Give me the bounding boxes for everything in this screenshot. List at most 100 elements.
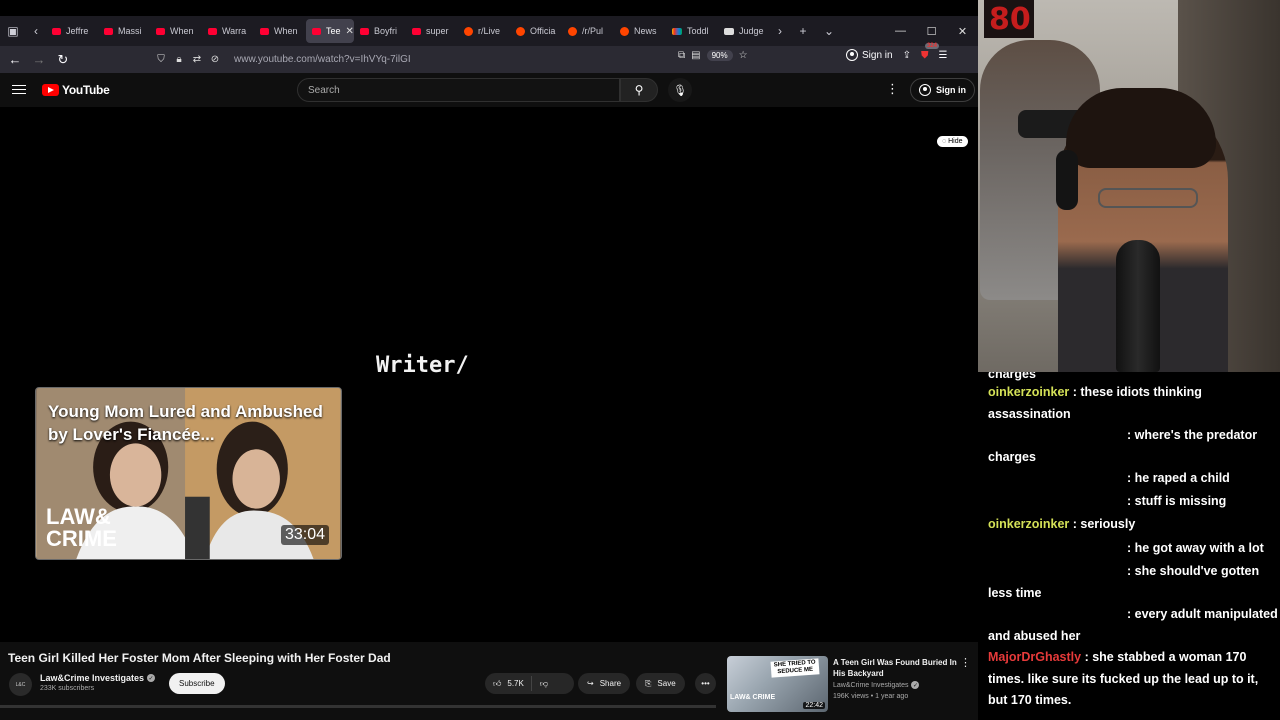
- tab-scroll-right-icon[interactable]: ›: [770, 16, 790, 46]
- save-button[interactable]: ⎘ Save: [636, 673, 685, 694]
- url-text[interactable]: www.youtube.com/watch?v=IhVYq-7ilGI: [234, 54, 411, 65]
- forward-icon[interactable]: →: [27, 48, 51, 72]
- headset: [1056, 150, 1078, 210]
- tab-bar: ▣ ‹ Jeffre Massi When Warra When Tee ✕ Boyfri su…: [0, 16, 978, 46]
- back-icon[interactable]: ←: [3, 48, 27, 72]
- chat-panel: charges oinkerzoinker : these idiots thin…: [978, 372, 1280, 720]
- tab-label: /r/Pul: [582, 26, 604, 36]
- maximize-icon[interactable]: ☐: [916, 25, 947, 38]
- law-crime-logo: LAW& CRIME: [46, 504, 117, 551]
- chat-username[interactable]: MajorDrGhastly: [988, 650, 1081, 664]
- app-menu-icon[interactable]: ☰: [938, 50, 947, 61]
- browser-tab[interactable]: News: [614, 19, 666, 43]
- youtube-header: YouTube Search ⚲ 🎙︎ ⋮ Sign in: [0, 73, 978, 107]
- tab-overview-icon[interactable]: ▣: [0, 16, 26, 46]
- url-actions: ⧉ ▤ 90% ☆: [678, 50, 748, 61]
- minimize-icon[interactable]: —: [885, 25, 916, 37]
- chat-username[interactable]: oinkerzoinker: [988, 517, 1069, 531]
- chat-message: oinkerzoinker : these idiots thinking as…: [988, 385, 1202, 421]
- recommended-title[interactable]: A Teen Girl Was Found Buried In His Back…: [833, 657, 959, 679]
- channel-name[interactable]: Law&Crime Investigates ✓: [40, 673, 156, 683]
- browser-tab[interactable]: Toddl: [666, 19, 718, 43]
- new-tab-icon[interactable]: +: [790, 16, 816, 46]
- lock-icon[interactable]: 🔒︎: [170, 54, 188, 65]
- navigation-bar: ← → ↻ ⛉ 🔒︎ ⇄ ⊘ www.youtube.com/watch?v=I…: [0, 42, 978, 73]
- chat-text: : he raped a child: [1127, 471, 1230, 485]
- browser-tab[interactable]: Warra: [202, 19, 254, 43]
- browser-tab[interactable]: Tee ✕: [306, 19, 354, 43]
- tab-label: Officia: [530, 26, 556, 36]
- ublock-badge: 324: [924, 42, 939, 49]
- close-tab-icon[interactable]: ✕: [346, 26, 354, 37]
- account-signin-button[interactable]: Sign in: [846, 49, 893, 61]
- wall-poster: 80: [984, 0, 1034, 38]
- search-input[interactable]: Search: [297, 78, 620, 102]
- reader-view-icon[interactable]: ▤: [691, 50, 700, 61]
- browser-window: ▣ ‹ Jeffre Massi When Warra When Tee ✕ Boyfri su…: [0, 0, 978, 720]
- close-window-icon[interactable]: ✕: [947, 25, 978, 38]
- tab-label: Judge: [739, 26, 764, 36]
- browser-tab[interactable]: /r/Pul: [562, 19, 614, 43]
- voice-search-button[interactable]: 🎙︎: [668, 78, 692, 102]
- tab-label: Boyfri: [374, 26, 398, 36]
- picture-in-picture-icon[interactable]: ⧉: [678, 50, 685, 61]
- tab-label: News: [634, 26, 657, 36]
- ublock-icon[interactable]: ⛊ 324: [921, 42, 939, 61]
- recommended-more-icon[interactable]: ⋮: [960, 656, 971, 669]
- tab-list-icon[interactable]: ⌄: [816, 16, 842, 46]
- reload-icon[interactable]: ↻: [51, 48, 75, 72]
- video-title: Teen Girl Killed Her Foster Mom After Sl…: [8, 651, 391, 665]
- chat-text: : every adult manipulated and abused her: [988, 607, 1278, 643]
- youtube-logo-text: YouTube: [62, 83, 110, 97]
- subscribe-button[interactable]: Subscribe: [169, 673, 225, 694]
- user-icon: [919, 84, 931, 96]
- channel-avatar[interactable]: L&C: [9, 673, 32, 696]
- tab-label: Tee: [326, 26, 341, 36]
- browser-tab[interactable]: super: [406, 19, 458, 43]
- browser-tab[interactable]: Massi: [98, 19, 150, 43]
- guide-menu-icon[interactable]: [12, 82, 26, 96]
- extensions-icon[interactable]: ⇪: [903, 50, 911, 61]
- tracking-shield-icon[interactable]: ⛉: [152, 54, 170, 65]
- hide-overlay-button[interactable]: ◌ Hide: [937, 136, 968, 147]
- window-controls: — ☐ ✕: [885, 25, 978, 38]
- video-player[interactable]: ◌ Hide Writer/ Young Mom Lured and Ambus…: [0, 107, 978, 642]
- recommended-thumbnail[interactable]: SHE TRIED TO SEDUCE ME LAW& CRIME 22:42: [727, 656, 828, 712]
- browser-tab[interactable]: When: [254, 19, 306, 43]
- youtube-logo[interactable]: YouTube: [42, 83, 110, 97]
- recommended-channel[interactable]: Law&Crime Investigates ✓: [833, 681, 920, 689]
- autoplay-blocked-icon[interactable]: ⊘: [206, 54, 224, 65]
- search-icon: ⚲: [634, 83, 644, 97]
- browser-tab[interactable]: Boyfri: [354, 19, 406, 43]
- endcard-duration: 33:04: [281, 525, 330, 545]
- browser-tab[interactable]: When: [150, 19, 202, 43]
- tab-scroll-left-icon[interactable]: ‹: [26, 16, 46, 46]
- glasses: [1098, 188, 1198, 208]
- webcam-feed: 80: [978, 0, 1280, 372]
- browser-tab[interactable]: r/Live: [458, 19, 510, 43]
- like-dislike-group: 👍︎ 5.7K 👎︎: [485, 673, 574, 694]
- chat-username[interactable]: oinkerzoinker: [988, 385, 1069, 399]
- dislike-button[interactable]: 👎︎: [532, 679, 556, 689]
- recommended-meta: 196K views • 1 year ago: [833, 693, 909, 700]
- permissions-icon[interactable]: ⇄: [188, 54, 206, 65]
- share-label: Share: [599, 679, 622, 688]
- zoom-level[interactable]: 90%: [706, 50, 733, 61]
- browser-tab[interactable]: Judge: [718, 19, 770, 43]
- share-button[interactable]: ↪ Share: [578, 673, 631, 694]
- endcard-video[interactable]: Young Mom Lured and Ambushed by Lover's …: [35, 387, 342, 560]
- account-icon: [846, 49, 858, 61]
- bookmark-star-icon[interactable]: ☆: [739, 50, 748, 61]
- youtube-signin-button[interactable]: Sign in: [910, 78, 975, 102]
- like-button[interactable]: 👍︎ 5.7K: [485, 676, 532, 691]
- browser-tab[interactable]: Officia: [510, 19, 562, 43]
- browser-tab[interactable]: Jeffre: [46, 19, 98, 43]
- thumbs-down-icon: 👎︎: [539, 678, 548, 688]
- recommended-video[interactable]: SHE TRIED TO SEDUCE ME LAW& CRIME 22:42 …: [727, 656, 977, 712]
- tab-label: super: [426, 26, 449, 36]
- thumbnail-caption: SHE TRIED TO SEDUCE ME: [770, 658, 820, 678]
- toolbar-right: Sign in ⇪ ⛊ 324 ☰: [846, 42, 947, 61]
- search-button[interactable]: ⚲: [620, 78, 658, 102]
- settings-more-icon[interactable]: ⋮: [886, 81, 899, 97]
- more-actions-button[interactable]: •••: [695, 673, 716, 694]
